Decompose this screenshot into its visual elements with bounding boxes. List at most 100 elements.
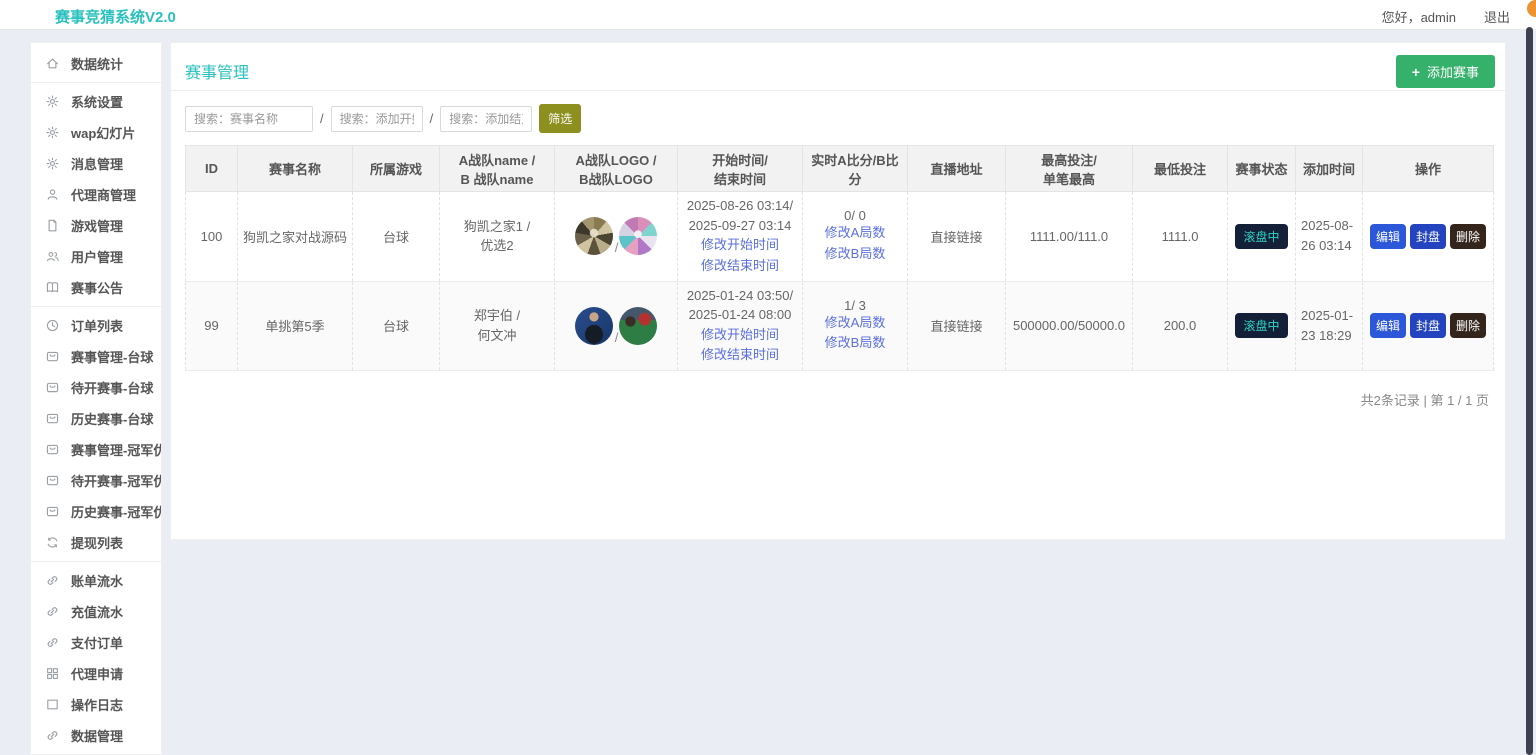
cell-actions: 编辑封盘删除 xyxy=(1363,192,1494,282)
sidebar-item-recharge-flow[interactable]: 充值流水 xyxy=(31,596,161,627)
edit-end-time-link[interactable]: 修改结束时间 xyxy=(681,256,799,277)
cell-added-time: 2025-01-23 18:29 xyxy=(1296,281,1363,371)
sidebar-item-wap-slides[interactable]: wap幻灯片 xyxy=(31,117,161,148)
sidebar-item-event-mgmt-billiards[interactable]: 赛事管理-台球 xyxy=(31,341,161,372)
sidebar-item-withdraw-list[interactable]: 提现列表 xyxy=(31,527,161,558)
topbar: 赛事竞猜系统V2.0 您好，admin退出 xyxy=(0,0,1536,30)
home-icon xyxy=(45,56,60,71)
square-icon xyxy=(45,697,60,712)
cell-max-bet: 500000.00/50000.0 xyxy=(1006,281,1133,371)
sidebar-item-message-mgmt[interactable]: 消息管理 xyxy=(31,148,161,179)
edit-a-games-link[interactable]: 修改A局数 xyxy=(806,223,904,244)
time-range: 2025-08-26 03:14/ 2025-09-27 03:14 xyxy=(681,196,799,235)
divider xyxy=(31,561,161,562)
table-row: 100 狗凯之家对战源码 台球 狗凯之家1 / 优选2 / 2025-08-26… xyxy=(186,192,1494,282)
added-time-value: 2025-08-26 03:14 xyxy=(1301,216,1357,256)
edit-start-time-link[interactable]: 修改开始时间 xyxy=(681,235,799,256)
col-game: 所属游戏 xyxy=(353,146,440,192)
link-icon xyxy=(45,604,60,619)
score-value: 1/ 3 xyxy=(806,298,904,313)
sidebar-item-agent-apply[interactable]: 代理申请 xyxy=(31,658,161,689)
separator: / xyxy=(320,111,324,126)
cell-status: 滚盘中 xyxy=(1228,192,1296,282)
edit-b-games-link[interactable]: 修改B局数 xyxy=(806,244,904,265)
sidebar-item-data-stats[interactable]: 数据统计 xyxy=(31,48,161,79)
cell-id: 99 xyxy=(186,281,238,371)
delete-button[interactable]: 删除 xyxy=(1450,224,1486,249)
sidebar-item-label: 系统设置 xyxy=(71,92,123,111)
cell-game: 台球 xyxy=(353,281,440,371)
search-name-input[interactable] xyxy=(185,106,313,132)
logo-separator: / xyxy=(615,240,619,255)
sidebar-item-label: 赛事管理-冠军优胜猜 xyxy=(71,440,161,459)
sidebar-item-game-mgmt[interactable]: 游戏管理 xyxy=(31,210,161,241)
user-icon xyxy=(45,187,60,202)
users-icon xyxy=(45,249,60,264)
sidebar-item-event-announcement[interactable]: 赛事公告 xyxy=(31,272,161,303)
clock-icon xyxy=(45,318,60,333)
divider xyxy=(31,306,161,307)
sidebar-item-payment-orders[interactable]: 支付订单 xyxy=(31,627,161,658)
link-icon xyxy=(45,728,60,743)
pagination: 共2条记录 | 第 1 / 1 页 xyxy=(171,390,1489,409)
status-badge: 滚盘中 xyxy=(1235,224,1287,249)
sidebar-item-bill-flow[interactable]: 账单流水 xyxy=(31,565,161,596)
col-team-logos: A战队LOGO / B战队LOGO xyxy=(555,146,678,192)
edit-button[interactable]: 编辑 xyxy=(1370,224,1406,249)
col-min-bet: 最低投注 xyxy=(1133,146,1228,192)
sidebar-item-pending-events-champion[interactable]: 待开赛事-冠军优胜猜 xyxy=(31,465,161,496)
sidebar-item-label: 数据统计 xyxy=(71,54,123,73)
col-max-bet: 最高投注/ 单笔最高 xyxy=(1006,146,1133,192)
cell-game: 台球 xyxy=(353,192,440,282)
sidebar-item-system-settings[interactable]: 系统设置 xyxy=(31,86,161,117)
logout-link[interactable]: 退出 xyxy=(1484,10,1510,25)
sidebar-item-user-mgmt[interactable]: 用户管理 xyxy=(31,241,161,272)
seal-button[interactable]: 封盘 xyxy=(1410,224,1446,249)
sidebar-item-history-events-champion[interactable]: 历史赛事-冠军优胜猜 xyxy=(31,496,161,527)
sidebar-item-label: 支付订单 xyxy=(71,633,123,652)
inbox-icon xyxy=(45,380,60,395)
search-end-time-input[interactable] xyxy=(440,106,532,132)
page-title: 赛事管理 xyxy=(185,59,249,83)
edit-b-games-link[interactable]: 修改B局数 xyxy=(806,333,904,354)
book-icon xyxy=(45,280,60,295)
inbox-icon xyxy=(45,411,60,426)
add-event-button[interactable]: + 添加赛事 xyxy=(1396,55,1495,88)
sidebar-item-agent-mgmt[interactable]: 代理商管理 xyxy=(31,179,161,210)
edit-start-time-link[interactable]: 修改开始时间 xyxy=(681,325,799,346)
edit-end-time-link[interactable]: 修改结束时间 xyxy=(681,345,799,366)
cell-team-names: 郑宇伯 / 何文冲 xyxy=(440,281,555,371)
col-live-address: 直播地址 xyxy=(908,146,1006,192)
cell-score: 0/ 0 修改A局数 修改B局数 xyxy=(803,192,908,282)
sidebar-item-pending-events-billiards[interactable]: 待开赛事-台球 xyxy=(31,372,161,403)
search-start-time-input[interactable] xyxy=(331,106,423,132)
sidebar-item-history-events-billiards[interactable]: 历史赛事-台球 xyxy=(31,403,161,434)
cell-min-bet: 1111.0 xyxy=(1133,192,1228,282)
inbox-icon xyxy=(45,349,60,364)
logo-separator: / xyxy=(615,330,619,345)
sidebar-item-operation-log[interactable]: 操作日志 xyxy=(31,689,161,720)
edit-a-games-link[interactable]: 修改A局数 xyxy=(806,313,904,334)
team-a-logo xyxy=(575,217,613,255)
seal-button[interactable]: 封盘 xyxy=(1410,313,1446,338)
edit-button[interactable]: 编辑 xyxy=(1370,313,1406,338)
sidebar-item-label: 待开赛事-冠军优胜猜 xyxy=(71,471,161,490)
table-row: 99 单挑第5季 台球 郑宇伯 / 何文冲 / 2025-01-24 03:50… xyxy=(186,281,1494,371)
sidebar-item-label: 历史赛事-冠军优胜猜 xyxy=(71,502,161,521)
greeting-text: 您好，admin xyxy=(1382,10,1456,25)
sidebar-item-label: 赛事公告 xyxy=(71,278,123,297)
sidebar-item-label: 赛事管理-台球 xyxy=(71,347,153,366)
sidebar-item-order-list[interactable]: 订单列表 xyxy=(31,310,161,341)
delete-button[interactable]: 删除 xyxy=(1450,313,1486,338)
plus-icon: + xyxy=(1412,65,1420,79)
gear-icon xyxy=(45,94,60,109)
sidebar-item-label: 代理申请 xyxy=(71,664,123,683)
inbox-icon xyxy=(45,473,60,488)
col-id: ID xyxy=(186,146,238,192)
sidebar-item-label: 充值流水 xyxy=(71,602,123,621)
sidebar-item-data-mgmt[interactable]: 数据管理 xyxy=(31,720,161,751)
cell-team-logos: / xyxy=(555,281,678,371)
sidebar-item-event-mgmt-champion[interactable]: 赛事管理-冠军优胜猜 xyxy=(31,434,161,465)
filter-button[interactable]: 筛选 xyxy=(539,104,581,133)
scrollbar[interactable] xyxy=(1526,27,1533,755)
